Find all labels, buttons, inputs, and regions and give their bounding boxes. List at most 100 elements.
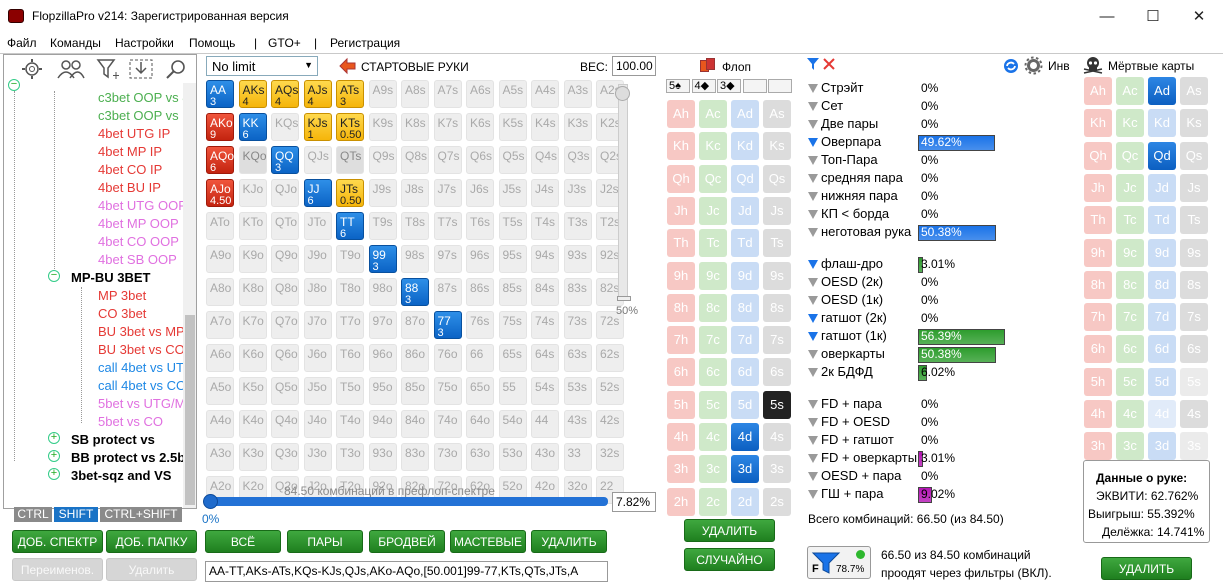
flop-card[interactable]: Qs (763, 164, 791, 193)
hand-cell[interactable]: T3s (563, 212, 592, 240)
hand-cell[interactable]: 98o (368, 278, 397, 306)
broadway-button[interactable]: БРОДВЕЙ (369, 530, 445, 553)
flop-card[interactable]: 9d (731, 261, 759, 290)
hand-cell[interactable]: J8s (401, 179, 429, 207)
flop-card[interactable]: 3s (763, 455, 791, 484)
hand-cell[interactable]: J3s (563, 179, 592, 207)
hand-cell[interactable]: K4o (238, 410, 267, 438)
hand-cell[interactable]: T9s (368, 212, 397, 240)
stat-row[interactable]: КП < борда (808, 206, 889, 221)
flop-card[interactable]: 5h (667, 390, 695, 419)
flop-card[interactable]: Qd (731, 164, 759, 193)
flop-card[interactable]: Ks (763, 132, 791, 161)
hand-cell[interactable]: 84s (531, 278, 559, 306)
dead-card[interactable]: 6d (1148, 335, 1176, 364)
tree-item[interactable]: 5bet vs CO (98, 414, 163, 429)
flop-card[interactable]: Th (667, 229, 695, 258)
flop-card[interactable]: 7c (699, 326, 727, 355)
tree-item[interactable]: 4bet MP IP (98, 144, 162, 159)
hand-cell[interactable]: T4s (531, 212, 559, 240)
hand-cell[interactable]: Q8s (401, 146, 429, 174)
hand-cell[interactable]: KQo (238, 146, 267, 174)
hand-cell[interactable]: Q6o (271, 344, 299, 372)
suited-button[interactable]: МАСТЕВЫЕ (450, 530, 526, 553)
dead-card[interactable]: 8c (1116, 270, 1144, 299)
dead-card[interactable]: 7s (1180, 303, 1208, 332)
hand-cell[interactable]: Q5o (271, 377, 299, 405)
hand-cell[interactable]: 44 (531, 410, 559, 438)
hand-cell[interactable]: T8o (336, 278, 364, 306)
stat-row[interactable]: оверкарты (808, 346, 885, 361)
flop-card[interactable]: Jd (731, 196, 759, 225)
filter-add-icon[interactable] (96, 58, 122, 80)
stat-row[interactable]: FD + оверкарты (808, 450, 917, 465)
hand-cell[interactable]: ATo (206, 212, 234, 240)
filter-icon[interactable] (806, 57, 820, 71)
hand-cell[interactable]: 83s (563, 278, 592, 306)
hand-cell[interactable]: Q5s (498, 146, 527, 174)
hand-cell[interactable]: 97o (368, 311, 397, 339)
dead-card[interactable]: 6c (1116, 335, 1144, 364)
stat-row[interactable]: 2к БДФД (808, 364, 873, 379)
hand-cell[interactable]: T7o (336, 311, 364, 339)
hand-cell[interactable]: A6s (466, 80, 494, 108)
range-percent-bar[interactable] (206, 497, 608, 506)
dead-card[interactable]: 7d (1148, 303, 1176, 332)
hand-cell[interactable]: K5s (498, 113, 527, 141)
flop-card[interactable]: Ah (667, 100, 695, 128)
dead-card[interactable]: Js (1180, 173, 1208, 202)
flop-card[interactable]: Kh (667, 132, 695, 161)
dead-card[interactable]: Jd (1148, 173, 1176, 202)
dead-card[interactable]: 3s (1180, 432, 1208, 461)
dead-card[interactable]: Ah (1084, 77, 1112, 105)
menu-help[interactable]: Помощь (189, 36, 235, 50)
dead-card[interactable]: 3d (1148, 432, 1176, 461)
hand-cell[interactable]: T4o (336, 410, 364, 438)
hand-cell[interactable]: T7s (433, 212, 462, 240)
tree-item[interactable]: 4bet UTG IP (98, 126, 170, 141)
dead-card[interactable]: 9d (1148, 238, 1176, 267)
minimize-button[interactable]: — (1084, 0, 1130, 33)
tree-item[interactable]: BB protect vs 2.5bb (71, 450, 193, 465)
tree-item[interactable]: 4bet CO IP (98, 162, 162, 177)
range-percent-input[interactable]: 7.82% (612, 492, 656, 512)
flop-card[interactable]: Ad (731, 100, 759, 128)
hand-cell[interactable]: 73s (563, 311, 592, 339)
hand-cell[interactable]: 93s (563, 245, 592, 273)
flop-card[interactable]: 6s (763, 358, 791, 387)
game-type-select[interactable]: No limit (206, 56, 318, 76)
hand-cell[interactable]: A9o (206, 245, 234, 273)
hand-cell[interactable]: K3o (238, 443, 267, 471)
users-icon[interactable] (56, 58, 86, 80)
hand-cell[interactable]: A5s (498, 80, 527, 108)
hand-cell[interactable]: Q3o (271, 443, 299, 471)
tree-item[interactable]: 4bet UTG OOP (98, 198, 187, 213)
hand-cell[interactable]: 99 3 (368, 245, 397, 273)
hand-cell[interactable]: 96o (368, 344, 397, 372)
hand-cell[interactable]: 85s (498, 278, 527, 306)
hand-cell[interactable]: K7o (238, 311, 267, 339)
hand-cell[interactable]: J9o (303, 245, 332, 273)
hand-cell[interactable]: T5s (498, 212, 527, 240)
dead-card[interactable]: 7c (1116, 303, 1144, 332)
hand-cell[interactable]: Q6s (466, 146, 494, 174)
hand-cell[interactable]: 53s (563, 377, 592, 405)
dead-card[interactable]: 4c (1116, 400, 1144, 428)
stat-row[interactable]: неготовая рука (808, 224, 911, 239)
flop-card[interactable]: Ts (763, 229, 791, 258)
tree-item[interactable]: SB protect vs (71, 432, 155, 447)
stat-row[interactable]: Сет (808, 98, 843, 113)
hand-cell[interactable]: K4s (531, 113, 559, 141)
hand-cell[interactable]: A6o (206, 344, 234, 372)
hand-cell[interactable]: QJo (271, 179, 299, 207)
dead-card[interactable]: Qh (1084, 141, 1112, 170)
hand-cell[interactable]: J5s (498, 179, 527, 207)
tree-item[interactable]: MP 3bet (98, 288, 146, 303)
flop-card[interactable]: 8c (699, 293, 727, 322)
hand-cell[interactable]: KTo (238, 212, 267, 240)
stat-row[interactable]: гатшот (1к) (808, 328, 887, 343)
flop-card[interactable]: 4h (667, 423, 695, 451)
dead-card[interactable]: 3h (1084, 432, 1112, 461)
gear-icon[interactable] (1024, 56, 1043, 75)
hand-cell[interactable]: 62s (596, 344, 624, 372)
